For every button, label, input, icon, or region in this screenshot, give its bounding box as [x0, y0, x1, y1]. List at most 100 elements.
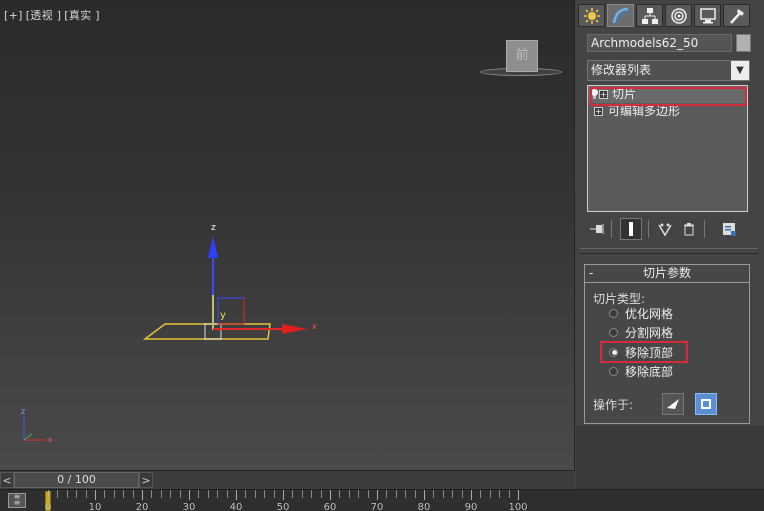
gizmo-y-label: y	[220, 310, 226, 321]
operate-on-label: 操作于:	[593, 398, 634, 412]
command-panel: Archmodels62_50 修改器列表 ▼ + 切片 + 可编辑多边形 - …	[576, 0, 764, 489]
ruler-tick	[508, 490, 510, 498]
track-bar-ruler: 0 10 20 30 40 50 60 70 80 90 100	[45, 490, 568, 511]
pin-stack-button[interactable]	[586, 218, 608, 240]
utilities-icon	[729, 8, 744, 24]
ruler-tick	[452, 490, 454, 498]
polygon-icon	[701, 399, 711, 409]
modifier-stack[interactable]: + 切片 + 可编辑多边形	[587, 85, 748, 212]
radio-split-mesh[interactable]: 分割网格	[609, 323, 673, 341]
configure-modifier-sets-button[interactable]	[718, 218, 740, 240]
pin-icon	[590, 224, 604, 234]
remove-modifier-button[interactable]	[678, 218, 700, 240]
configure-sets-icon	[723, 223, 736, 236]
ruler-tick	[367, 490, 369, 498]
ruler-label: 30	[182, 502, 196, 511]
ruler-label: 20	[135, 502, 149, 511]
display-tab[interactable]	[694, 4, 721, 27]
radio-refine-mesh[interactable]: 优化网格	[609, 304, 673, 322]
radio-label: 分割网格	[625, 325, 674, 340]
make-unique-button[interactable]	[654, 218, 676, 240]
ruler-tick	[358, 490, 360, 498]
stack-item-label: 可编辑多边形	[608, 104, 681, 118]
ruler-tick	[95, 490, 96, 500]
modifier-list-label: 修改器列表	[591, 63, 652, 77]
ruler-tick	[142, 490, 143, 500]
ruler-tick	[283, 490, 284, 500]
ruler-tick	[48, 490, 49, 500]
make-unique-icon	[658, 223, 672, 237]
ruler-tick	[395, 490, 397, 498]
expand-icon[interactable]: +	[594, 107, 603, 116]
ruler-tick	[217, 490, 219, 498]
chevron-down-icon[interactable]: ▼	[731, 61, 749, 80]
time-prev-button[interactable]: <	[0, 472, 14, 488]
utilities-tab[interactable]	[723, 4, 750, 27]
radio-indicator[interactable]	[609, 308, 618, 318]
display-icon	[699, 7, 716, 23]
ruler-tick	[518, 490, 519, 500]
ruler-tick	[226, 490, 228, 498]
ruler-tick	[339, 490, 341, 498]
modifier-list-dropdown[interactable]: 修改器列表 ▼	[587, 60, 750, 81]
ruler-tick	[433, 490, 435, 498]
annotation-highlight-box	[590, 87, 747, 106]
gizmo-z-label: z	[211, 223, 216, 233]
radio-label: 优化网格	[625, 306, 674, 321]
ruler-tick	[320, 490, 322, 498]
panel-empty-area	[576, 426, 764, 489]
tripod-z-label: z	[21, 407, 25, 416]
mini-curve-editor-icon[interactable]: ≡ ≡	[8, 493, 26, 508]
gizmo-z-arrow	[208, 236, 218, 258]
operate-on-faces-button[interactable]	[662, 393, 684, 415]
slice-parameters-rollout: - 切片参数 切片类型: 优化网格 分割网格 移除顶部 移除底部 操作于:	[584, 264, 750, 424]
hierarchy-icon	[641, 7, 658, 24]
ruler-tick	[160, 490, 162, 498]
radio-indicator[interactable]	[609, 366, 618, 376]
perspective-viewport[interactable]: [+] [透视 ] [真实 ] 前 z y x z x	[0, 0, 575, 470]
ruler-tick	[76, 490, 78, 498]
ruler-tick	[414, 490, 416, 498]
modify-icon	[612, 7, 628, 23]
ruler-tick	[123, 490, 125, 498]
ruler-tick	[386, 490, 388, 498]
time-slider-thumb[interactable]: 0 / 100	[14, 472, 139, 488]
tripod-x-label: x	[48, 436, 52, 444]
ruler-tick	[236, 490, 237, 500]
ruler-label: 100	[508, 502, 528, 511]
scene-geometry[interactable]: z y x z x	[0, 0, 575, 470]
modify-tab[interactable]	[607, 4, 634, 27]
time-slider-bar: < 0 / 100 >	[0, 470, 575, 489]
ruler-tick	[104, 490, 106, 498]
motion-tab[interactable]	[665, 4, 692, 27]
ruler-tick	[66, 490, 68, 498]
panel-divider[interactable]	[580, 248, 758, 254]
operate-on-polygons-button[interactable]	[695, 393, 717, 415]
object-color-swatch[interactable]	[736, 34, 751, 52]
track-bar[interactable]: ≡ ≡ 0 10 20 30 40 50 60 70 80 90 100	[0, 489, 764, 511]
ruler-tick	[179, 490, 181, 498]
ruler-tick	[461, 490, 463, 498]
rollout-header[interactable]: - 切片参数	[585, 265, 749, 283]
rollout-title: 切片参数	[642, 266, 691, 280]
radio-indicator[interactable]	[609, 327, 618, 337]
ruler-tick	[57, 490, 59, 498]
collapse-icon[interactable]: -	[589, 265, 593, 282]
ruler-tick	[377, 490, 378, 500]
ruler-label: 70	[370, 502, 384, 511]
trash-icon	[684, 223, 694, 236]
ruler-tick	[348, 490, 350, 498]
time-next-button[interactable]: >	[139, 472, 153, 488]
ruler-tick	[85, 490, 87, 498]
object-name-field[interactable]: Archmodels62_50	[587, 34, 732, 52]
ruler-label: 10	[88, 502, 102, 511]
ruler-tick	[489, 490, 491, 498]
show-end-result-button[interactable]	[620, 218, 642, 240]
radio-remove-bottom[interactable]: 移除底部	[609, 362, 673, 380]
ruler-label: 50	[276, 502, 290, 511]
ruler-tick	[499, 490, 501, 498]
ruler-tick	[442, 490, 444, 498]
create-tab[interactable]	[578, 4, 605, 27]
hierarchy-tab[interactable]	[636, 4, 663, 27]
ruler-tick	[198, 490, 200, 498]
